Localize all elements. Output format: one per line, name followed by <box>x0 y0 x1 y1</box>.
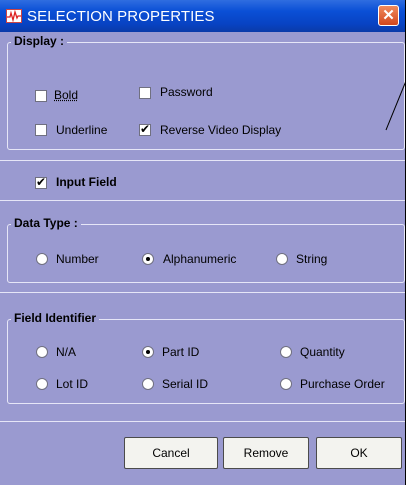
ok-button[interactable]: OK <box>316 437 402 469</box>
input-field-checkbox[interactable] <box>35 175 47 189</box>
radio-string-label[interactable]: String <box>296 252 327 266</box>
waveform-icon <box>6 9 22 23</box>
radio-string[interactable] <box>276 253 288 265</box>
bold-label[interactable]: Bold <box>54 88 78 102</box>
reverse-video-label[interactable]: Reverse Video Display <box>160 123 281 137</box>
radio-number[interactable] <box>36 253 48 265</box>
password-checkbox[interactable] <box>139 87 151 99</box>
radio-purchase-order[interactable] <box>280 378 292 390</box>
field-identifier-group: Field Identifier <box>7 311 405 404</box>
password-label[interactable]: Password <box>160 85 213 99</box>
radio-alphanumeric-label[interactable]: Alphanumeric <box>163 252 236 266</box>
diagonal-line <box>385 79 406 131</box>
input-field-label[interactable]: Input Field <box>56 175 117 189</box>
separator-1 <box>0 160 405 161</box>
reverse-video-checkbox[interactable] <box>139 122 151 136</box>
selection-properties-dialog: SELECTION PROPERTIES ✕ Display : Bold Pa… <box>0 0 406 485</box>
radio-lot-id-label[interactable]: Lot ID <box>56 377 88 391</box>
radio-part-id[interactable] <box>142 346 154 358</box>
radio-alphanumeric[interactable] <box>142 253 154 265</box>
field-identifier-legend: Field Identifier <box>11 311 100 325</box>
radio-number-label[interactable]: Number <box>56 252 99 266</box>
display-legend: Display : <box>11 34 68 48</box>
radio-quantity-label[interactable]: Quantity <box>300 345 345 359</box>
radio-serial-id[interactable] <box>142 378 154 390</box>
radio-lot-id[interactable] <box>36 378 48 390</box>
radio-na[interactable] <box>36 346 48 358</box>
cancel-button[interactable]: Cancel <box>124 437 218 469</box>
title-bar[interactable]: SELECTION PROPERTIES ✕ <box>0 0 405 32</box>
radio-purchase-order-label[interactable]: Purchase Order <box>300 377 385 391</box>
underline-checkbox[interactable] <box>35 124 47 136</box>
close-button[interactable]: ✕ <box>378 5 399 26</box>
radio-serial-id-label[interactable]: Serial ID <box>162 377 208 391</box>
underline-label[interactable]: Underline <box>56 123 107 137</box>
remove-button[interactable]: Remove <box>223 437 309 469</box>
close-icon: ✕ <box>382 7 395 24</box>
bold-checkbox[interactable] <box>35 90 47 102</box>
radio-part-id-label[interactable]: Part ID <box>162 345 199 359</box>
window-title: SELECTION PROPERTIES <box>27 8 215 25</box>
separator-4 <box>0 421 405 422</box>
data-type-legend: Data Type : <box>11 216 81 230</box>
radio-na-label[interactable]: N/A <box>56 345 76 359</box>
separator-2 <box>0 200 405 201</box>
separator-3 <box>0 292 405 293</box>
radio-quantity[interactable] <box>280 346 292 358</box>
